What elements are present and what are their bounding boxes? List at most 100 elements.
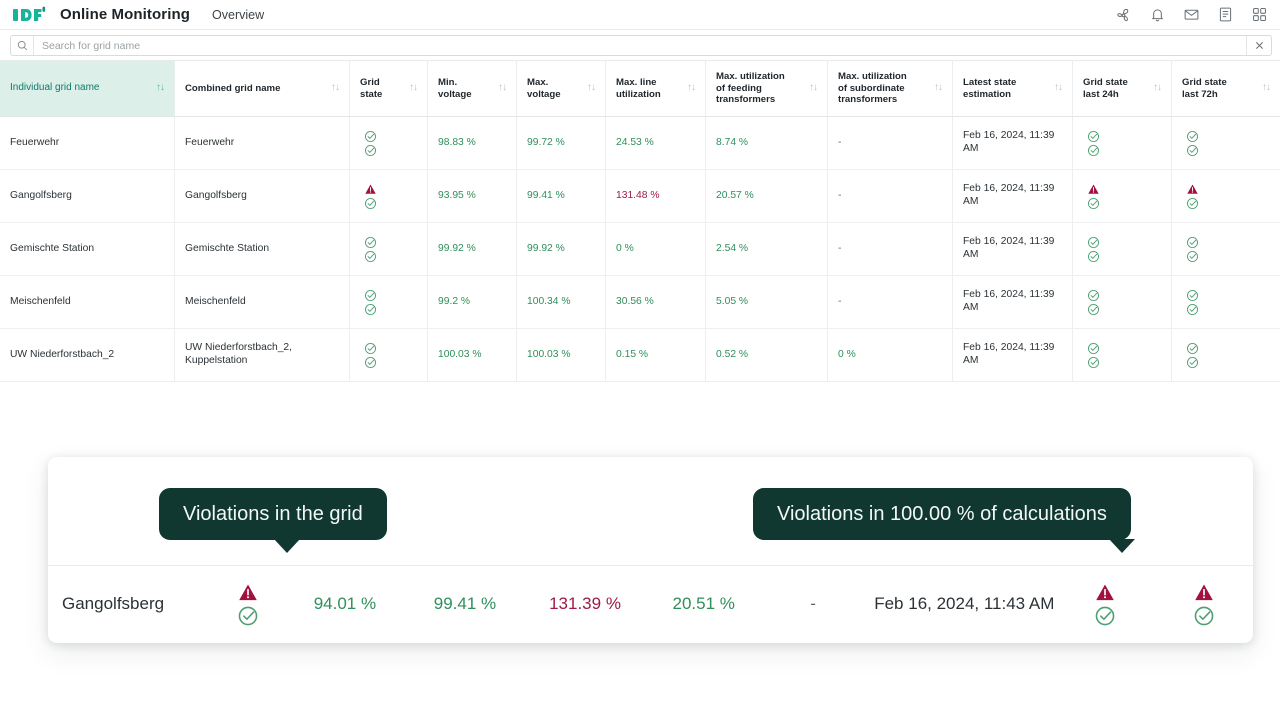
sort-toggle-icon[interactable]: ↑↓ — [687, 82, 696, 94]
detail-cell-grid_state — [212, 582, 285, 627]
state-indicator-stack — [1094, 582, 1116, 627]
cell-max_util_subordinate: - — [828, 223, 953, 275]
cell-max_util_feeding: 5.05 % — [706, 276, 828, 328]
detail-cell-grid_state_24h — [1056, 582, 1155, 627]
cell-max_voltage: 99.92 % — [517, 223, 606, 275]
warning-triangle-icon — [237, 582, 259, 604]
cell-combined_grid_name: Gangolfsberg — [175, 170, 350, 222]
check-circle-icon — [1087, 289, 1100, 302]
column-header-combined_grid_name[interactable]: Combined grid name ↑↓ — [175, 61, 350, 116]
check-circle-icon — [364, 144, 377, 157]
cell-grid_state_72h — [1172, 329, 1280, 381]
top-bar: Online Monitoring Overview — [0, 0, 1280, 30]
sort-toggle-icon[interactable]: ↑↓ — [1262, 82, 1271, 94]
check-circle-icon — [1094, 605, 1116, 627]
cell-max_util_subordinate: 0 % — [828, 329, 953, 381]
document-icon[interactable] — [1217, 6, 1234, 23]
sort-toggle-icon[interactable]: ↑↓ — [409, 82, 418, 94]
cell-combined_grid_name: Feuerwehr — [175, 117, 350, 169]
search-icon[interactable] — [11, 36, 34, 55]
column-header-max_voltage[interactable]: Max. voltage ↑↓ — [517, 61, 606, 116]
column-header-max_util_subordinate[interactable]: Max. utilization of subordinate transfor… — [828, 61, 953, 116]
check-circle-icon — [364, 197, 377, 210]
column-header-grid_state_72h[interactable]: Grid state last 72h ↑↓ — [1172, 61, 1280, 116]
column-header-label: Min. voltage — [438, 76, 472, 100]
cell-max_util_feeding: 20.57 % — [706, 170, 828, 222]
state-indicator-stack — [1083, 289, 1103, 316]
table-row[interactable]: Meischenfeld Meischenfeld 99.2 % 100.34 % 30… — [0, 276, 1280, 329]
cell-max_util_subordinate: - — [828, 170, 953, 222]
check-circle-icon — [1186, 303, 1199, 316]
violations-percent-tooltip: Violations in 100.00 % of calculations — [753, 488, 1135, 553]
state-indicator-stack — [1182, 289, 1202, 316]
cell-max_line_utilization: 131.48 % — [606, 170, 706, 222]
nav-item-overview[interactable]: Overview — [212, 8, 264, 22]
state-indicator-stack — [1182, 130, 1202, 157]
column-header-label: Grid state last 24h — [1083, 76, 1128, 100]
app-title: Online Monitoring — [60, 6, 191, 23]
close-icon[interactable] — [1246, 36, 1271, 55]
warning-triangle-icon — [1094, 582, 1116, 604]
cell-max_util_feeding: 8.74 % — [706, 117, 828, 169]
state-indicator-stack — [360, 130, 380, 157]
state-indicator-stack — [1083, 236, 1103, 263]
cell-min_voltage: 93.95 % — [428, 170, 517, 222]
sort-toggle-icon[interactable]: ↑↓ — [934, 82, 943, 94]
tooltip-text: Violations in the grid — [183, 503, 363, 525]
state-indicator-stack — [1083, 130, 1103, 157]
cell-max_voltage: 100.03 % — [517, 329, 606, 381]
table-row[interactable]: Feuerwehr Feuerwehr 98.83 % 99.72 % 24.53 % 8… — [0, 117, 1280, 170]
envelope-icon[interactable] — [1183, 6, 1200, 23]
icf-logo[interactable] — [10, 5, 50, 25]
cell-min_voltage: 99.2 % — [428, 276, 517, 328]
check-circle-icon — [1087, 197, 1100, 210]
bell-icon[interactable] — [1149, 6, 1166, 23]
state-indicator-stack — [1083, 183, 1103, 210]
state-indicator-stack — [1083, 342, 1103, 369]
cell-combined_grid_name: UW Niederforstbach_2, Kuppelstation — [175, 329, 350, 381]
cell-latest_state_estimation: Feb 16, 2024, 11:39 AM — [953, 170, 1073, 222]
detail-row[interactable]: Gangolfsberg 94.01 % 99.41 % 131.39 % 20.51 … — [48, 566, 1253, 642]
column-header-latest_state_estimation[interactable]: Latest state estimation ↑↓ — [953, 61, 1073, 116]
check-circle-icon — [1087, 356, 1100, 369]
sort-toggle-icon[interactable]: ↑↓ — [331, 82, 340, 94]
cell-max_util_feeding: 0.52 % — [706, 329, 828, 381]
check-circle-icon — [1186, 289, 1199, 302]
check-circle-icon — [364, 236, 377, 249]
column-header-max_util_feeding[interactable]: Max. utilization of feeding transformers… — [706, 61, 828, 116]
check-circle-icon — [364, 356, 377, 369]
column-header-grid_state_24h[interactable]: Grid state last 24h ↑↓ — [1073, 61, 1172, 116]
column-header-individual_grid_name[interactable]: Individual grid name ↑↓ — [0, 61, 175, 116]
table-header-row: Individual grid name ↑↓ Combined grid name… — [0, 61, 1280, 117]
propeller-icon[interactable] — [1115, 6, 1132, 23]
check-circle-icon — [1087, 250, 1100, 263]
cell-grid_state — [350, 223, 428, 275]
sort-toggle-icon[interactable]: ↑↓ — [1054, 82, 1063, 94]
cell-grid_state_72h — [1172, 276, 1280, 328]
sort-toggle-icon[interactable]: ↑↓ — [498, 82, 507, 94]
cell-max_line_utilization: 0.15 % — [606, 329, 706, 381]
state-indicator-stack — [1193, 582, 1215, 627]
cell-individual_grid_name: UW Niederforstbach_2 — [0, 329, 175, 381]
search-input[interactable] — [34, 36, 1246, 55]
column-header-label: Max. voltage — [527, 76, 561, 100]
column-header-min_voltage[interactable]: Min. voltage ↑↓ — [428, 61, 517, 116]
table-row[interactable]: Gangolfsberg Gangolfsberg 93.95 % 99.41 % 13… — [0, 170, 1280, 223]
cell-grid_state_24h — [1073, 170, 1172, 222]
column-header-max_line_utilization[interactable]: Max. line utilization ↑↓ — [606, 61, 706, 116]
check-circle-icon — [1186, 250, 1199, 263]
sort-toggle-icon[interactable]: ↑↓ — [587, 82, 596, 94]
cell-grid_state — [350, 276, 428, 328]
check-circle-icon — [1087, 342, 1100, 355]
sort-toggle-icon[interactable]: ↑↓ — [156, 82, 165, 94]
table-row[interactable]: UW Niederforstbach_2 UW Niederforstbach_2… — [0, 329, 1280, 382]
table-row[interactable]: Gemischte Station Gemischte Station 99.92 … — [0, 223, 1280, 276]
sort-toggle-icon[interactable]: ↑↓ — [1153, 82, 1162, 94]
check-circle-icon — [364, 342, 377, 355]
check-circle-icon — [1186, 144, 1199, 157]
column-header-grid_state[interactable]: Grid state ↑↓ — [350, 61, 428, 116]
cell-grid_state_24h — [1073, 276, 1172, 328]
check-circle-icon — [364, 250, 377, 263]
apps-grid-icon[interactable] — [1251, 6, 1268, 23]
sort-toggle-icon[interactable]: ↑↓ — [809, 82, 818, 94]
